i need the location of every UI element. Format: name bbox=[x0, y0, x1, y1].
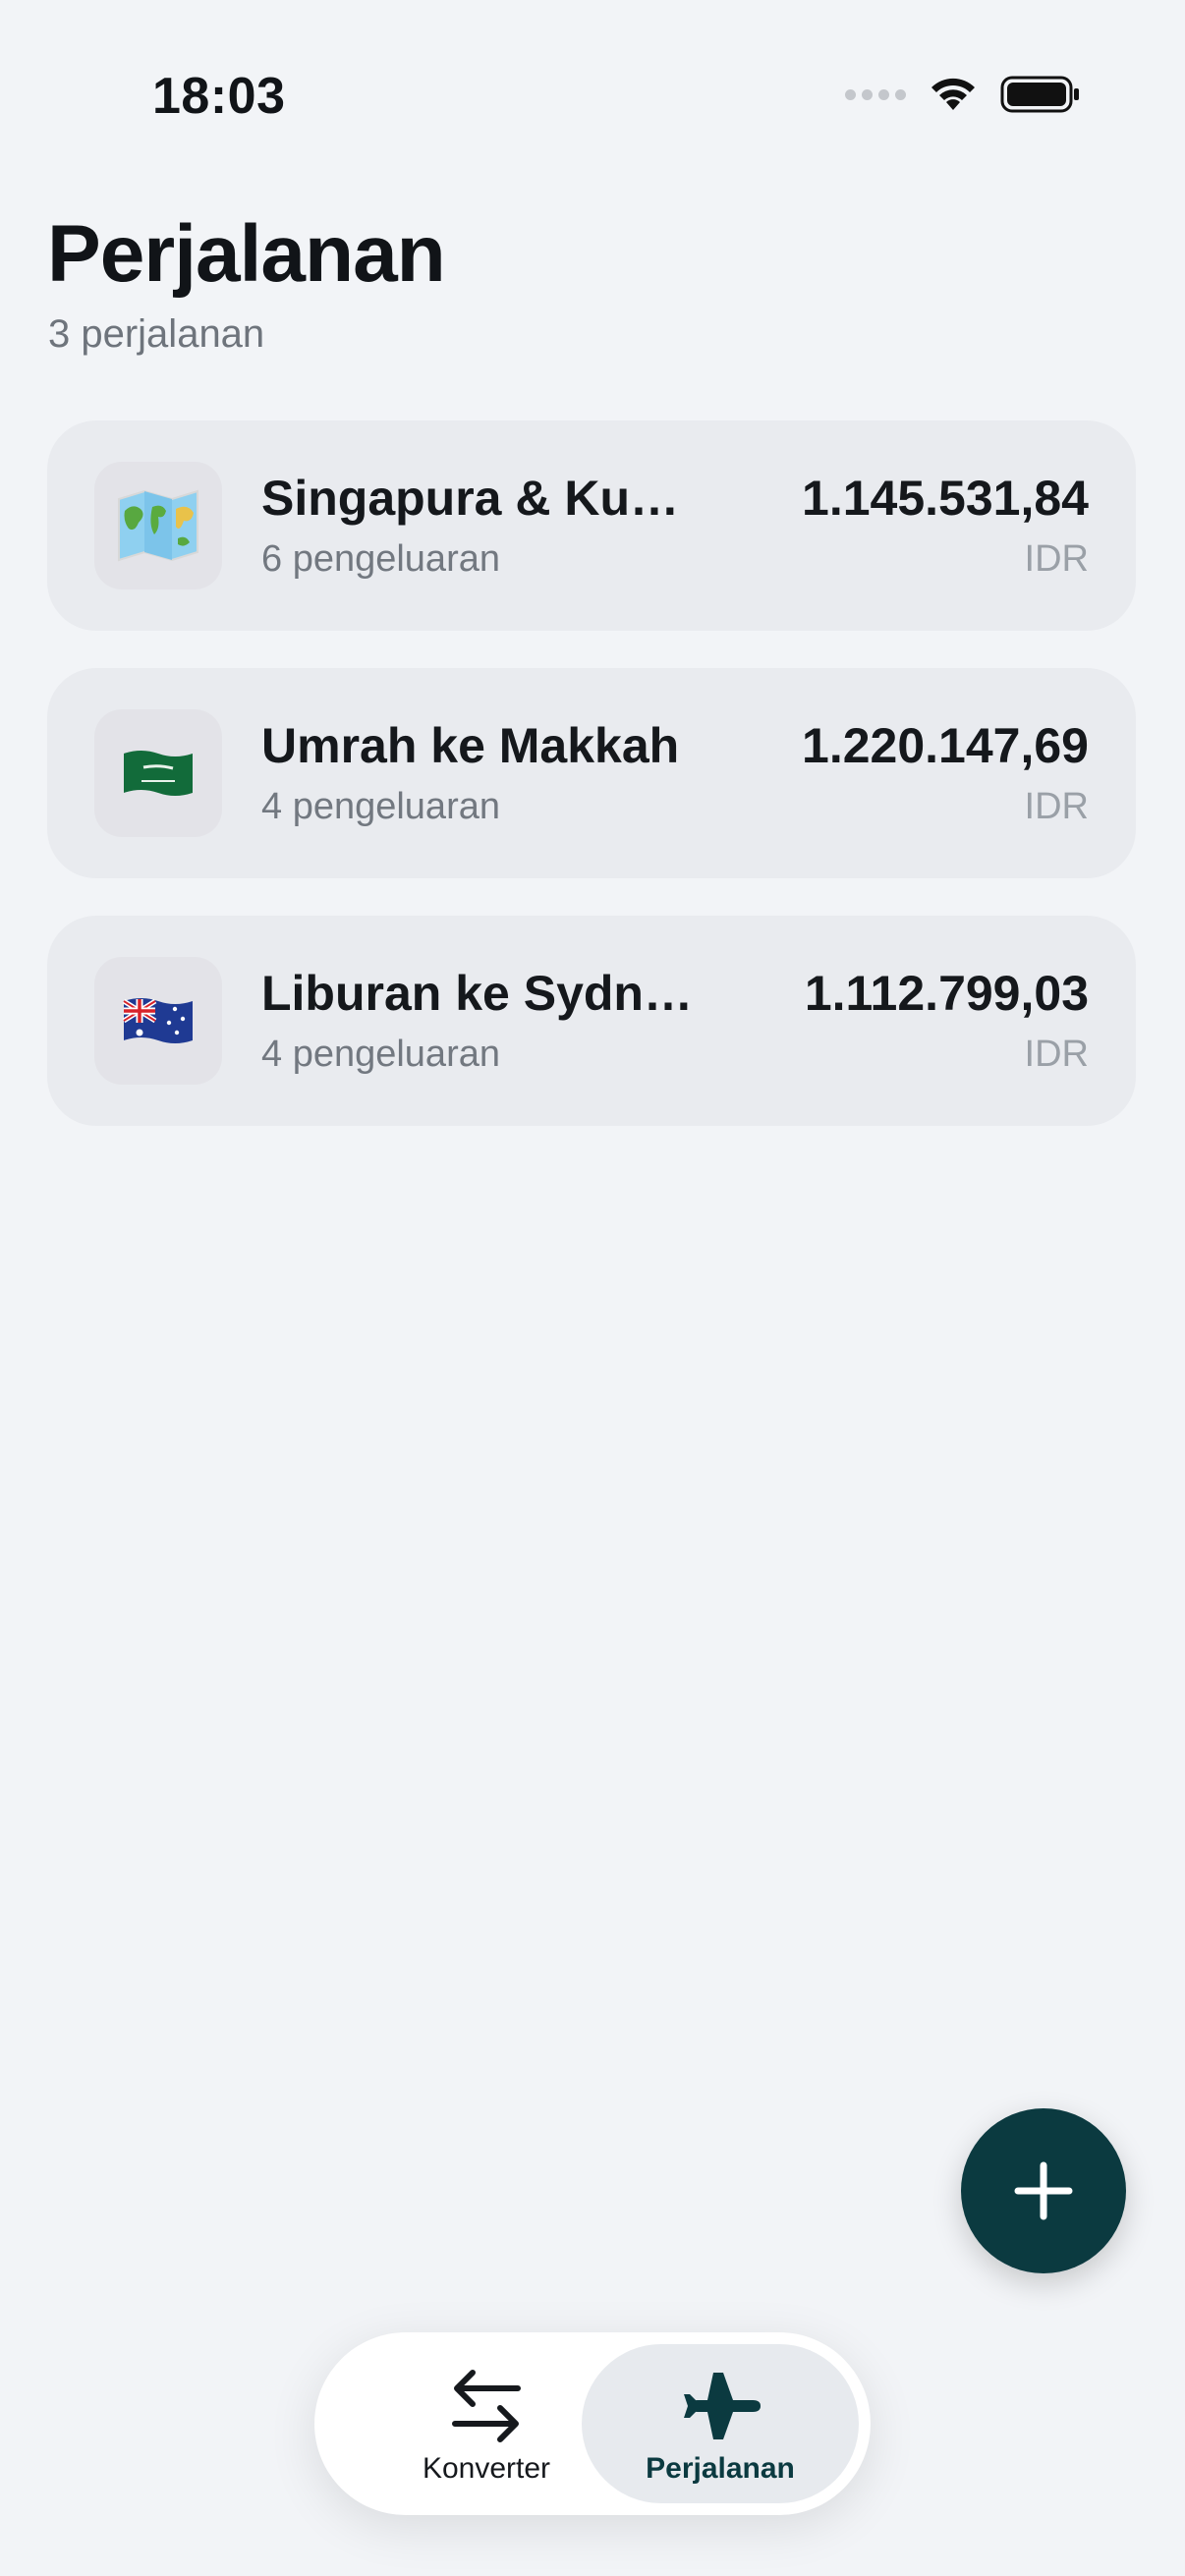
tab-trips-label: Perjalanan bbox=[646, 2452, 795, 2485]
trip-count-subtitle: 3 perjalanan bbox=[48, 312, 265, 356]
status-icons bbox=[845, 73, 1081, 116]
trip-expense-count: 6 pengeluaran bbox=[261, 538, 500, 580]
plus-icon bbox=[1014, 2161, 1073, 2220]
trip-name: Singapura & Kua... bbox=[261, 471, 694, 526]
trip-card[interactable]: Umrah ke Makkah 4 pengeluaran 1.220.147,… bbox=[47, 668, 1136, 878]
wifi-icon bbox=[931, 78, 975, 110]
tab-bar: Konverter Perjalanan bbox=[314, 2332, 871, 2515]
trip-list: Singapura & Kua... 6 pengeluaran 1.145.5… bbox=[47, 420, 1136, 1126]
page-title: Perjalanan bbox=[47, 209, 446, 299]
trip-expense-count: 4 pengeluaran bbox=[261, 1034, 500, 1075]
trip-card[interactable]: Singapura & Kua... 6 pengeluaran 1.145.5… bbox=[47, 420, 1136, 631]
tab-trips[interactable]: Perjalanan bbox=[582, 2344, 859, 2503]
world-map-icon bbox=[94, 462, 222, 589]
trip-total-amount: 1.145.531,84 bbox=[802, 471, 1089, 526]
tab-converter[interactable]: Konverter bbox=[354, 2344, 619, 2503]
trip-card[interactable]: Liburan ke Sydney 4 pengeluaran 1.112.79… bbox=[47, 916, 1136, 1126]
saudi-arabia-flag-icon bbox=[94, 709, 222, 837]
trip-name: Liburan ke Sydney bbox=[261, 966, 694, 1021]
trip-currency: IDR bbox=[1024, 538, 1089, 580]
trip-currency: IDR bbox=[1024, 786, 1089, 827]
australia-flag-icon bbox=[94, 957, 222, 1085]
status-time: 18:03 bbox=[152, 68, 286, 125]
battery-icon bbox=[1000, 76, 1079, 113]
airplane-icon bbox=[684, 2373, 761, 2439]
trip-currency: IDR bbox=[1024, 1034, 1089, 1075]
tab-converter-label: Konverter bbox=[422, 2452, 551, 2485]
trip-name: Umrah ke Makkah bbox=[261, 718, 680, 773]
trip-total-amount: 1.220.147,69 bbox=[802, 718, 1089, 773]
swap-arrows-icon bbox=[452, 2370, 521, 2442]
cellular-signal-icon bbox=[845, 88, 906, 100]
add-trip-button[interactable] bbox=[961, 2108, 1126, 2273]
trip-expense-count: 4 pengeluaran bbox=[261, 786, 500, 827]
trip-total-amount: 1.112.799,03 bbox=[804, 966, 1089, 1021]
